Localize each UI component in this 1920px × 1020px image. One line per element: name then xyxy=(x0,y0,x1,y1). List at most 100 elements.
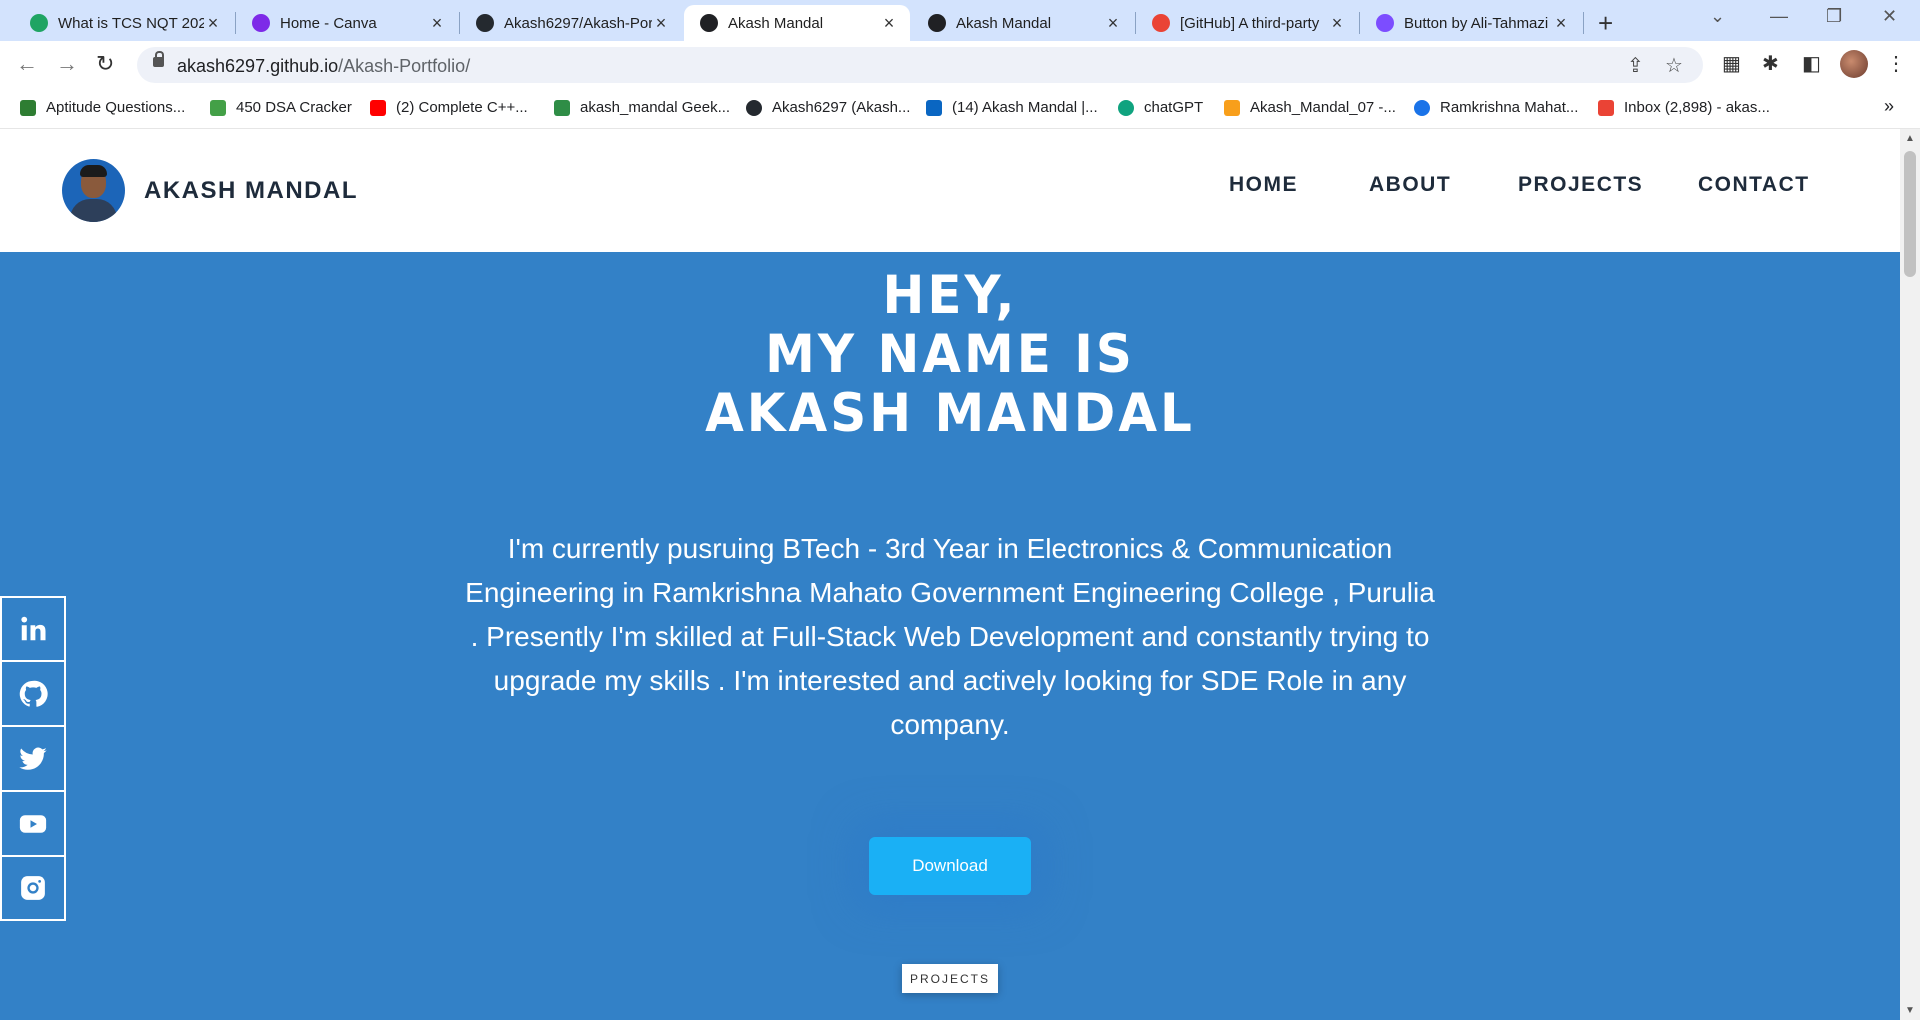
bookmark-item[interactable]: 450 DSA Cracker xyxy=(210,99,352,116)
tab-title: Akash Mandal xyxy=(956,14,1052,32)
browser-tab[interactable]: Akash Mandal × xyxy=(912,5,1134,41)
hero-title-line-3: AKASH MANDAL xyxy=(705,382,1195,444)
bookmark-item[interactable]: Akash6297 (Akash... xyxy=(746,99,910,116)
bookmark-item[interactable]: (2) Complete C++... xyxy=(370,99,528,116)
url-text[interactable]: akash6297.github.io/Akash-Portfolio/ xyxy=(177,56,470,77)
address-bar[interactable]: akash6297.github.io/Akash-Portfolio/ ⇪ ☆ xyxy=(137,47,1703,83)
menu-kebab-icon[interactable]: ⋮ xyxy=(1886,51,1906,76)
bookmark-item[interactable]: Ramkrishna Mahat... xyxy=(1414,99,1578,116)
instagram-icon xyxy=(21,876,45,900)
back-arrow-icon[interactable]: ← xyxy=(16,51,38,77)
bookmark-label: chatGPT xyxy=(1144,99,1204,116)
bookmark-label: Aptitude Questions... xyxy=(46,99,186,116)
leetcode-favicon-icon xyxy=(1224,99,1240,116)
share-icon[interactable]: ⇪ xyxy=(1627,53,1644,78)
social-sidebar xyxy=(0,596,66,921)
bookmark-label: (2) Complete C++... xyxy=(396,99,528,116)
hero-section: HEY, MY NAME IS AKASH MANDAL I'm current… xyxy=(0,252,1900,1020)
bookmark-label: Inbox (2,898) - akas... xyxy=(1624,99,1770,116)
close-icon[interactable]: × xyxy=(1104,13,1122,34)
minimize-icon[interactable]: — xyxy=(1770,6,1788,27)
browser-tab[interactable]: Home - Canva × xyxy=(236,5,458,41)
bookmarks-overflow-button[interactable]: » xyxy=(1884,96,1894,117)
play-favicon-icon xyxy=(30,14,48,32)
youtube-icon xyxy=(19,814,47,833)
download-button[interactable]: Download xyxy=(869,837,1031,895)
close-icon[interactable]: × xyxy=(428,13,446,34)
close-icon[interactable]: × xyxy=(204,13,222,34)
restore-icon[interactable]: ❐ xyxy=(1826,6,1842,27)
forward-arrow-icon[interactable]: → xyxy=(56,51,78,77)
canva-favicon-icon xyxy=(252,14,270,32)
nav-home[interactable]: HOME xyxy=(1229,173,1298,197)
extensions-puzzle-icon[interactable]: ✱ xyxy=(1762,51,1779,76)
bookmark-item[interactable]: (14) Akash Mandal |... xyxy=(926,99,1098,116)
profile-avatar[interactable] xyxy=(1840,50,1868,78)
bookmark-star-icon[interactable]: ☆ xyxy=(1665,53,1683,78)
tab-search-icon[interactable]: ⌄ xyxy=(1710,6,1725,27)
bookmark-item[interactable]: akash_mandal Geek... xyxy=(554,99,730,116)
avatar-body xyxy=(70,199,117,222)
college-favicon-icon xyxy=(1414,99,1430,116)
browser-tab-strip: What is TCS NQT 2023 × Home - Canva × Ak… xyxy=(0,0,1920,41)
close-icon[interactable]: × xyxy=(880,13,898,34)
bookmarks-bar: Aptitude Questions... 450 DSA Cracker (2… xyxy=(0,89,1920,129)
linkedin-favicon-icon xyxy=(926,99,942,116)
page-scrollbar[interactable]: ▲ ▼ xyxy=(1900,129,1920,1020)
scrollbar-thumb[interactable] xyxy=(1904,151,1916,277)
window-close-icon[interactable]: ✕ xyxy=(1882,6,1897,27)
reload-icon[interactable]: ↻ xyxy=(96,51,114,77)
new-tab-button[interactable]: + xyxy=(1598,8,1613,39)
github-favicon-icon xyxy=(476,14,494,32)
url-path: /Akash-Portfolio/ xyxy=(338,56,471,76)
browser-tab[interactable]: [GitHub] A third-party × xyxy=(1136,5,1358,41)
nav-projects[interactable]: PROJECTS xyxy=(1518,173,1643,197)
scroll-up-arrow-icon[interactable]: ▲ xyxy=(1905,133,1915,144)
tab-separator xyxy=(1583,12,1584,34)
bookmark-label: Ramkrishna Mahat... xyxy=(1440,99,1579,116)
chatgpt-favicon-icon xyxy=(1118,99,1134,116)
browser-tab-active[interactable]: Akash Mandal × xyxy=(684,5,910,41)
bookmark-favicon-icon xyxy=(210,99,226,116)
close-icon[interactable]: × xyxy=(1328,13,1346,34)
globe-favicon-icon xyxy=(928,14,946,32)
bookmark-label: (14) Akash Mandal |... xyxy=(952,99,1098,116)
github-icon xyxy=(19,680,48,707)
brand-avatar[interactable] xyxy=(62,159,125,222)
page-viewport: AKASH MANDAL HOME ABOUT PROJECTS CONTACT… xyxy=(0,129,1900,1020)
bookmark-label: Akash6297 (Akash... xyxy=(772,99,911,116)
scroll-down-arrow-icon[interactable]: ▼ xyxy=(1905,1005,1915,1016)
bookmark-item[interactable]: Inbox (2,898) - akas... xyxy=(1598,99,1770,116)
bookmark-label: akash_mandal Geek... xyxy=(580,99,731,116)
browser-toolbar: ← → ↻ akash6297.github.io/Akash-Portfoli… xyxy=(0,41,1920,89)
bookmark-item[interactable]: Akash_Mandal_07 -... xyxy=(1224,99,1396,116)
close-icon[interactable]: × xyxy=(652,13,670,34)
social-github[interactable] xyxy=(0,661,66,726)
nav-about[interactable]: ABOUT xyxy=(1369,173,1451,197)
tab-title: Home - Canva xyxy=(280,14,377,32)
side-panel-icon[interactable]: ◧ xyxy=(1802,51,1821,76)
social-twitter[interactable] xyxy=(0,726,66,791)
brand-name[interactable]: AKASH MANDAL xyxy=(144,177,358,205)
bookmark-item[interactable]: Aptitude Questions... xyxy=(20,99,185,116)
browser-tab[interactable]: Akash6297/Akash-Portfolio × xyxy=(460,5,682,41)
nav-contact[interactable]: CONTACT xyxy=(1698,173,1810,197)
gmail-favicon-icon xyxy=(1598,99,1614,116)
social-instagram[interactable] xyxy=(0,856,66,921)
social-youtube[interactable] xyxy=(0,791,66,856)
extension-calculator-icon[interactable]: ▦ xyxy=(1722,51,1741,76)
linkedin-icon xyxy=(21,616,46,641)
projects-chip[interactable]: PROJECTS xyxy=(902,964,998,993)
close-icon[interactable]: × xyxy=(1552,13,1570,34)
hero-title-line-1: HEY, xyxy=(882,264,1018,326)
bookmark-item[interactable]: chatGPT xyxy=(1118,99,1203,116)
youtube-favicon-icon xyxy=(370,99,386,116)
tab-title: Button by Ali-Tahmazi xyxy=(1404,14,1549,32)
bookmark-favicon-icon xyxy=(20,99,36,116)
bookmark-label: 450 DSA Cracker xyxy=(236,99,352,116)
globe-favicon-icon xyxy=(700,14,718,32)
browser-tab[interactable]: What is TCS NQT 2023 × xyxy=(14,5,234,41)
site-header: AKASH MANDAL HOME ABOUT PROJECTS CONTACT xyxy=(0,129,1900,252)
social-linkedin[interactable] xyxy=(0,596,66,661)
browser-tab[interactable]: Button by Ali-Tahmazi × xyxy=(1360,5,1582,41)
